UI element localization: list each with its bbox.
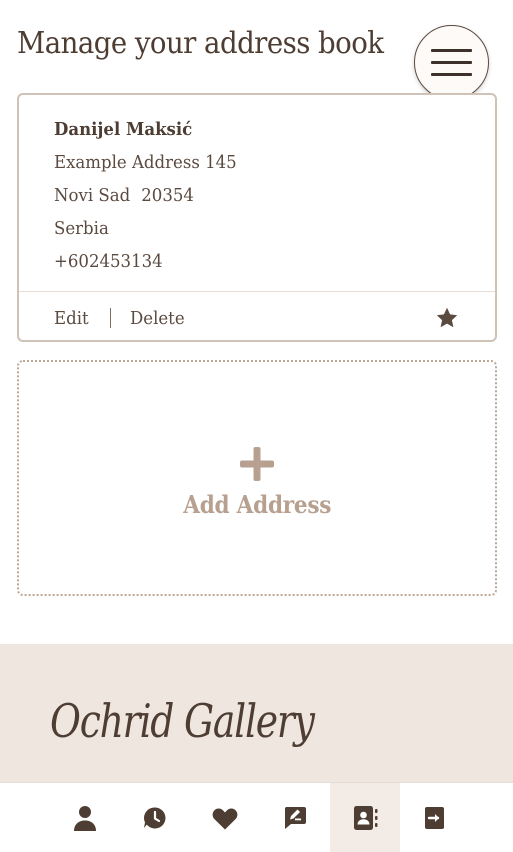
- address-card: Danijel Maksić Example Address 145 Novi …: [17, 93, 497, 342]
- nav-item-order-history[interactable]: [120, 783, 190, 852]
- nav-item-logout[interactable]: [400, 783, 470, 852]
- card-divider: [19, 291, 495, 292]
- action-separator: [109, 308, 111, 328]
- address-city: Novi Sad: [54, 185, 131, 206]
- logout-icon: [425, 806, 444, 829]
- address-book-icon: [354, 805, 378, 830]
- hamburger-menu-icon-bar: [431, 61, 472, 64]
- address-street: Example Address 145: [54, 152, 237, 173]
- address-postal-code: 20354: [141, 185, 194, 206]
- heart-icon: [212, 807, 238, 829]
- reviews-icon: [284, 806, 306, 829]
- page-title: Manage your address book: [17, 26, 384, 61]
- address-city-line: Novi Sad 20354: [54, 179, 237, 212]
- plus-icon: [240, 446, 274, 481]
- nav-item-address-book[interactable]: [330, 783, 400, 852]
- add-address-button[interactable]: Add Address: [17, 360, 497, 596]
- nav-item-wishlist[interactable]: [190, 783, 260, 852]
- nav-item-profile[interactable]: [50, 783, 120, 852]
- add-address-label: Add Address: [183, 489, 331, 519]
- nav-item-reviews[interactable]: [260, 783, 330, 852]
- address-actions: Edit Delete: [54, 303, 189, 333]
- address-name: Danijel Maksić: [54, 119, 193, 140]
- bottom-nav: [0, 782, 513, 852]
- address-phone: +602453134: [54, 251, 163, 272]
- hamburger-menu-icon-bar: [431, 73, 472, 76]
- edit-address-link[interactable]: Edit: [54, 308, 89, 329]
- hamburger-menu-icon: [431, 49, 472, 52]
- star-icon[interactable]: [435, 306, 459, 330]
- page: Manage your address book Danijel Maksić …: [0, 0, 513, 852]
- footer: Ochrid Gallery: [0, 644, 513, 784]
- delete-address-link[interactable]: Delete: [130, 308, 185, 329]
- menu-button[interactable]: [414, 25, 489, 100]
- address-details: Danijel Maksić Example Address 145 Novi …: [54, 113, 253, 278]
- brand-logo: Ochrid Gallery: [50, 694, 315, 748]
- address-country: Serbia: [54, 218, 109, 239]
- user-icon: [74, 805, 96, 831]
- order-history-icon: [144, 806, 166, 828]
